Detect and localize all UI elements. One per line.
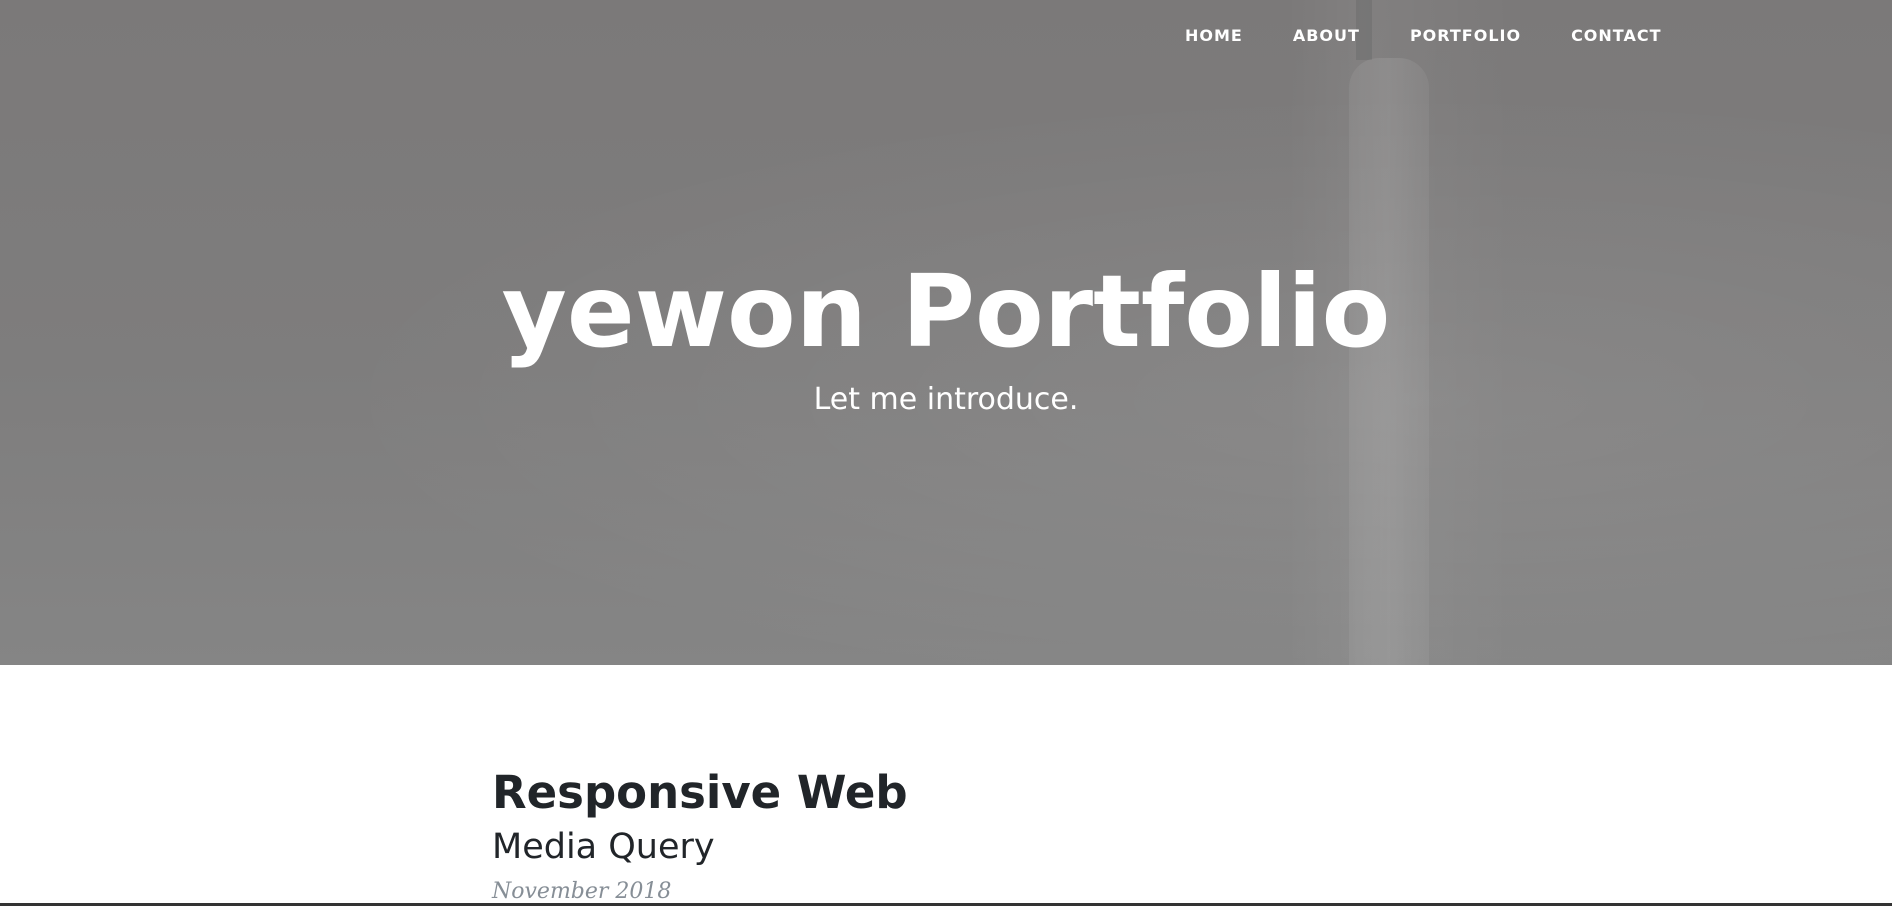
hero-header: HOME ABOUT PORTFOLIO CONTACT yewon Portf… [0, 0, 1892, 665]
nav-link-about[interactable]: ABOUT [1268, 22, 1385, 49]
post-title-link[interactable]: Responsive Web [492, 765, 1392, 821]
site-title: yewon Portfolio [501, 253, 1391, 370]
nav-link-contact[interactable]: CONTACT [1546, 22, 1686, 49]
site-subtitle: Let me introduce. [813, 382, 1079, 417]
post-subtitle: Media Query [492, 827, 715, 867]
nav-link-portfolio[interactable]: PORTFOLIO [1385, 22, 1546, 49]
post-preview: Responsive Web Media Query November 2018 [492, 765, 1392, 905]
post-meta-date: November 2018 [492, 879, 672, 904]
nav-link-home[interactable]: HOME [1160, 22, 1268, 49]
main-nav: HOME ABOUT PORTFOLIO CONTACT [1160, 22, 1687, 49]
